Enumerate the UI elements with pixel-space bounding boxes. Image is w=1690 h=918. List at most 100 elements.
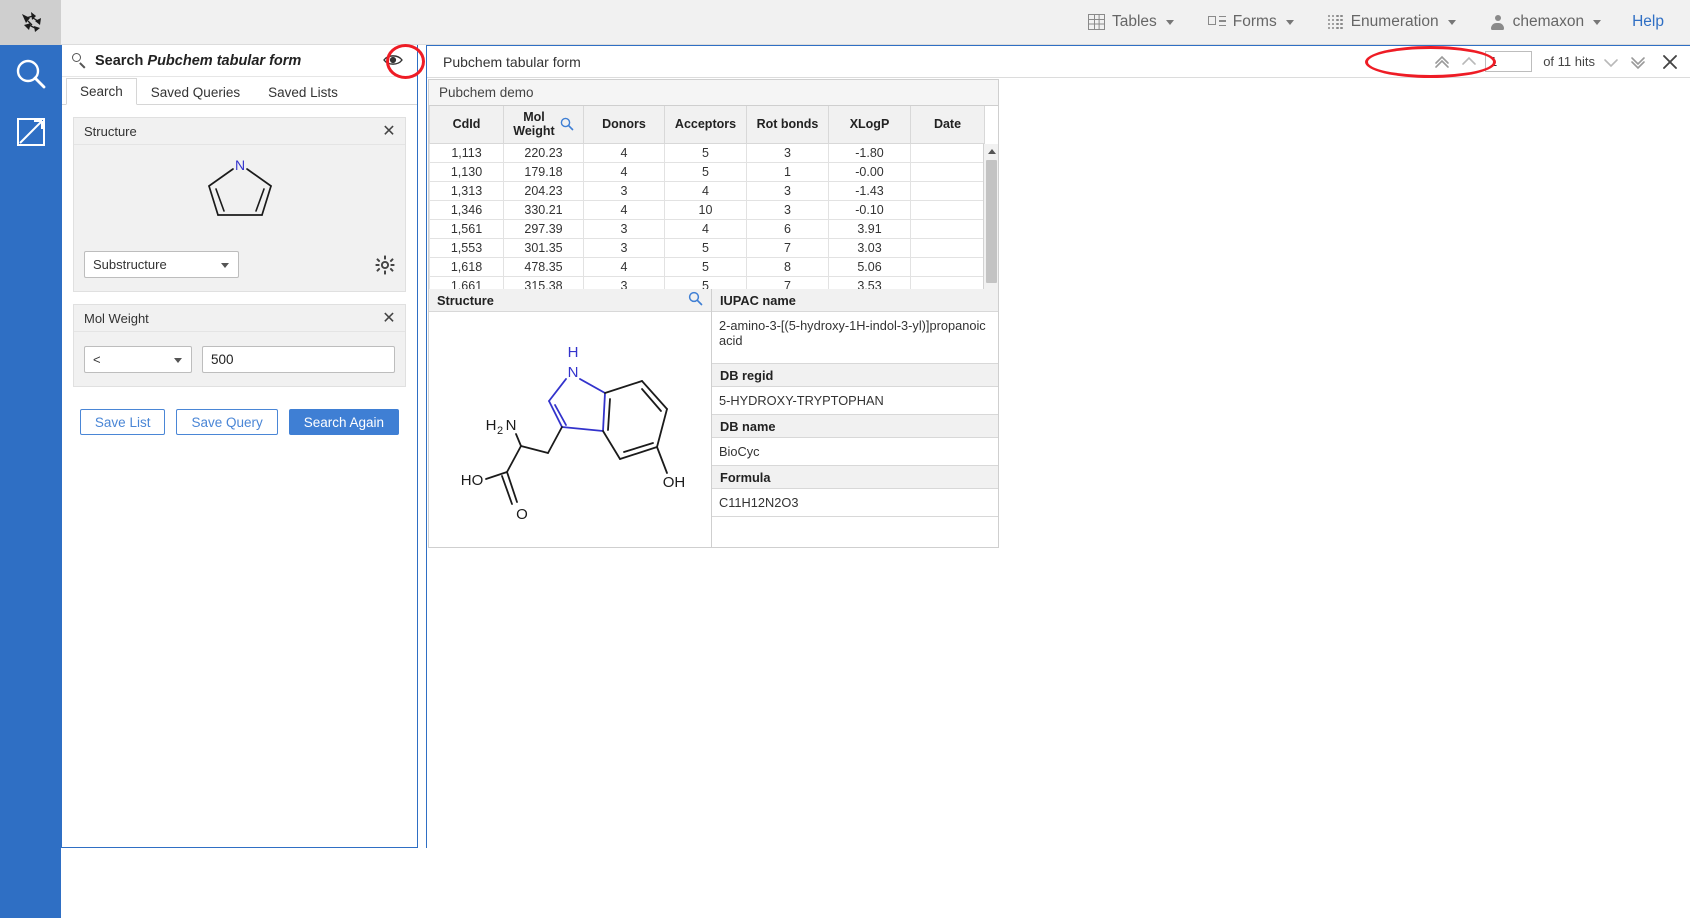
close-icon[interactable]: ✕ xyxy=(380,309,398,327)
table-cell-xlogp[interactable]: 3.91 xyxy=(829,220,911,239)
tab-saved-lists[interactable]: Saved Lists xyxy=(254,78,352,105)
close-icon[interactable] xyxy=(1658,50,1682,74)
search-icon[interactable] xyxy=(688,291,703,309)
detail-field-value-db-name[interactable]: BioCyc xyxy=(712,438,998,466)
sidebar-item-structure-editor[interactable] xyxy=(0,103,61,161)
table-cell-donors[interactable]: 4 xyxy=(584,201,665,220)
chevron-down-icon[interactable] xyxy=(1600,51,1622,73)
tab-saved-queries[interactable]: Saved Queries xyxy=(137,78,254,105)
table-cell-mol_weight[interactable]: 478.35 xyxy=(504,258,584,277)
table-cell-acceptors[interactable]: 4 xyxy=(665,182,747,201)
table-row[interactable]: 1,313204.23343-1.43 xyxy=(430,182,985,201)
molweight-operator-select[interactable]: < xyxy=(84,346,192,373)
eye-icon[interactable] xyxy=(383,53,403,69)
table-cell-acceptors[interactable]: 4 xyxy=(665,220,747,239)
table-cell-rot_bonds[interactable]: 3 xyxy=(747,144,829,163)
detail-structure-canvas[interactable]: H N H 2 N HO O OH xyxy=(429,312,711,547)
table-cell-date[interactable] xyxy=(911,220,985,239)
table-cell-date[interactable] xyxy=(911,239,985,258)
search-type-select[interactable]: Substructure xyxy=(84,251,239,278)
table-row[interactable]: 1,553301.353573.03 xyxy=(430,239,985,258)
search-icon[interactable] xyxy=(560,117,574,131)
table-cell-mol_weight[interactable]: 179.18 xyxy=(504,163,584,182)
chevrons-up-icon[interactable] xyxy=(1431,51,1453,73)
table-row[interactable]: 1,113220.23453-1.80 xyxy=(430,144,985,163)
column-header-donors[interactable]: Donors xyxy=(584,106,665,143)
molweight-value-input[interactable] xyxy=(202,346,395,373)
page-number-input[interactable] xyxy=(1485,51,1532,72)
nav-enumeration[interactable]: Enumeration xyxy=(1311,0,1473,44)
table-cell-cdid[interactable]: 1,313 xyxy=(430,182,504,201)
gear-icon[interactable] xyxy=(375,255,395,275)
column-header-cdid[interactable]: CdId xyxy=(430,106,504,143)
chevron-up-icon[interactable] xyxy=(1458,51,1480,73)
table-cell-cdid[interactable]: 1,553 xyxy=(430,239,504,258)
table-cell-donors[interactable]: 4 xyxy=(584,144,665,163)
table-cell-donors[interactable]: 4 xyxy=(584,163,665,182)
table-row[interactable]: 1,618478.354585.06 xyxy=(430,258,985,277)
scrollbar-thumb[interactable] xyxy=(986,160,997,283)
detail-field-value-formula[interactable]: C11H12N2O3 xyxy=(712,489,998,517)
column-header-mol-weight[interactable]: MolWeight xyxy=(504,106,584,143)
table-cell-date[interactable] xyxy=(911,144,985,163)
search-again-button[interactable]: Search Again xyxy=(289,409,399,435)
table-cell-xlogp[interactable]: -0.10 xyxy=(829,201,911,220)
table-cell-donors[interactable]: 3 xyxy=(584,239,665,258)
column-header-rot-bonds[interactable]: Rot bonds xyxy=(747,106,829,143)
scroll-up-button[interactable] xyxy=(984,144,998,159)
nav-help-link[interactable]: Help xyxy=(1618,13,1676,31)
nav-tables[interactable]: Tables xyxy=(1071,0,1191,44)
structure-query-canvas[interactable]: N xyxy=(74,145,405,238)
table-cell-mol_weight[interactable]: 301.35 xyxy=(504,239,584,258)
close-icon[interactable]: ✕ xyxy=(380,122,398,140)
nav-user-menu[interactable]: chemaxon xyxy=(1473,0,1619,44)
table-cell-cdid[interactable]: 1,113 xyxy=(430,144,504,163)
table-cell-mol_weight[interactable]: 220.23 xyxy=(504,144,584,163)
table-cell-donors[interactable]: 3 xyxy=(584,220,665,239)
table-cell-acceptors[interactable]: 10 xyxy=(665,201,747,220)
table-cell-mol_weight[interactable]: 204.23 xyxy=(504,182,584,201)
table-cell-xlogp[interactable]: 5.06 xyxy=(829,258,911,277)
table-cell-acceptors[interactable]: 5 xyxy=(665,144,747,163)
table-cell-rot_bonds[interactable]: 3 xyxy=(747,182,829,201)
table-cell-cdid[interactable]: 1,130 xyxy=(430,163,504,182)
table-cell-rot_bonds[interactable]: 3 xyxy=(747,201,829,220)
table-cell-acceptors[interactable]: 5 xyxy=(665,239,747,258)
sidebar-item-search[interactable] xyxy=(0,45,61,103)
detail-field-value-db-regid[interactable]: 5-HYDROXY-TRYPTOPHAN xyxy=(712,387,998,415)
table-cell-acceptors[interactable]: 5 xyxy=(665,258,747,277)
table-cell-cdid[interactable]: 1,561 xyxy=(430,220,504,239)
table-row[interactable]: 1,130179.18451-0.00 xyxy=(430,163,985,182)
table-cell-mol_weight[interactable]: 297.39 xyxy=(504,220,584,239)
tab-search[interactable]: Search xyxy=(66,78,137,105)
table-row[interactable]: 1,346330.214103-0.10 xyxy=(430,201,985,220)
table-cell-date[interactable] xyxy=(911,258,985,277)
table-cell-rot_bonds[interactable]: 8 xyxy=(747,258,829,277)
table-row[interactable]: 1,561297.393463.91 xyxy=(430,220,985,239)
app-logo[interactable] xyxy=(0,0,61,45)
table-cell-date[interactable] xyxy=(911,182,985,201)
table-cell-donors[interactable]: 3 xyxy=(584,182,665,201)
table-cell-date[interactable] xyxy=(911,201,985,220)
table-cell-rot_bonds[interactable]: 1 xyxy=(747,163,829,182)
table-cell-rot_bonds[interactable]: 7 xyxy=(747,239,829,258)
column-header-xlogp[interactable]: XLogP xyxy=(829,106,911,143)
nav-forms[interactable]: Forms xyxy=(1191,0,1311,44)
table-cell-cdid[interactable]: 1,346 xyxy=(430,201,504,220)
column-header-acceptors[interactable]: Acceptors xyxy=(665,106,747,143)
table-cell-xlogp[interactable]: 3.03 xyxy=(829,239,911,258)
table-cell-rot_bonds[interactable]: 6 xyxy=(747,220,829,239)
chevrons-down-icon[interactable] xyxy=(1627,51,1649,73)
table-cell-cdid[interactable]: 1,618 xyxy=(430,258,504,277)
table-cell-xlogp[interactable]: -1.43 xyxy=(829,182,911,201)
table-cell-xlogp[interactable]: -1.80 xyxy=(829,144,911,163)
table-cell-acceptors[interactable]: 5 xyxy=(665,163,747,182)
column-header-date[interactable]: Date xyxy=(911,106,985,143)
table-cell-mol_weight[interactable]: 330.21 xyxy=(504,201,584,220)
save-list-button[interactable]: Save List xyxy=(80,409,166,435)
table-cell-xlogp[interactable]: -0.00 xyxy=(829,163,911,182)
table-cell-donors[interactable]: 4 xyxy=(584,258,665,277)
save-query-button[interactable]: Save Query xyxy=(176,409,277,435)
detail-field-value-iupac-name[interactable]: 2-amino-3-[(5-hydroxy-1H-indol-3-yl)]pro… xyxy=(712,312,998,364)
table-cell-date[interactable] xyxy=(911,163,985,182)
